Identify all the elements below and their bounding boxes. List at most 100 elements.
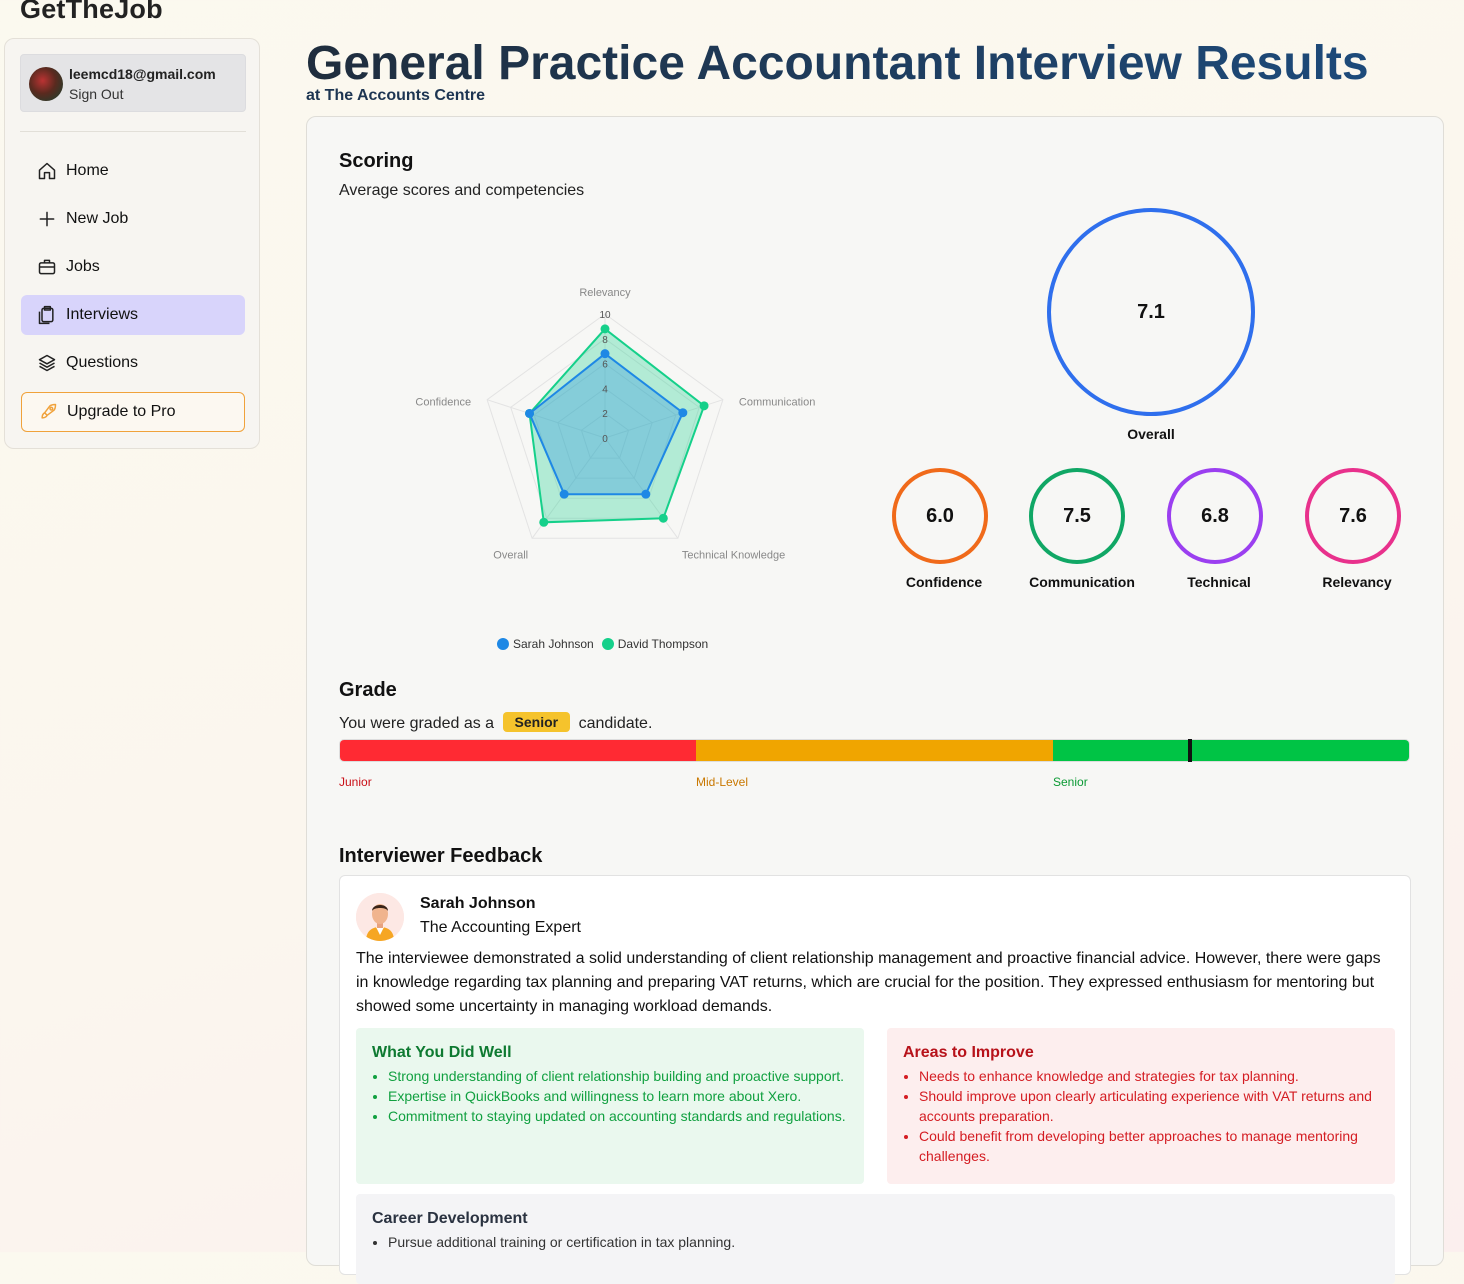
chart-legend: Sarah Johnson David Thompson (497, 637, 708, 651)
radar-data-point (600, 324, 610, 334)
radar-tick-label: 6 (602, 360, 608, 371)
radar-data-point (699, 401, 709, 411)
relevancy-score-circle: 7.6 (1305, 468, 1401, 564)
list-item: Pursue additional training or certificat… (388, 1232, 1379, 1252)
sign-out-link[interactable]: Sign Out (69, 86, 123, 102)
list-item: Expertise in QuickBooks and willingness … (388, 1086, 848, 1106)
radar-axis-label: Confidence (415, 397, 471, 409)
radar-tick-label: 8 (602, 335, 608, 346)
sidebar-item-label: Home (66, 162, 109, 179)
company-subtitle: at The Accounts Centre (306, 87, 485, 104)
grade-label-senior: Senior (1053, 775, 1088, 789)
interviewer-name: Sarah Johnson (420, 895, 536, 912)
scoring-description: Average scores and competencies (339, 182, 585, 199)
radar-axis-label: Technical Knowledge (682, 549, 785, 561)
sidebar-divider (20, 131, 246, 132)
clipboard-icon (37, 305, 57, 325)
legend-dot (497, 638, 509, 650)
overall-score-value: 7.1 (1137, 300, 1165, 323)
radar-tick-label: 4 (602, 384, 608, 395)
communication-score-value: 7.5 (1063, 504, 1091, 527)
feedback-summary: The interviewee demonstrated a solid und… (356, 950, 1381, 1015)
radar-tick-label: 10 (599, 310, 611, 321)
feedback-card: Sarah Johnson The Accounting Expert The … (339, 875, 1411, 1284)
improvements-title: Areas to Improve (903, 1044, 1034, 1061)
radar-data-point (539, 517, 549, 527)
career-panel: Career Development Pursue additional tra… (356, 1194, 1395, 1284)
sidebar-item-label: Jobs (66, 258, 100, 275)
sidebar-item-interviews[interactable]: Interviews (21, 295, 245, 335)
sidebar-item-label: Interviews (66, 306, 139, 323)
interviewer-avatar (356, 893, 404, 941)
sidebar-item-label: New Job (66, 210, 129, 227)
radar-tick-label: 0 (602, 434, 608, 445)
radar-data-point (600, 349, 610, 359)
list-item: Strong understanding of client relations… (388, 1066, 848, 1086)
briefcase-icon (37, 257, 57, 277)
technical-score-label: Technical (1187, 574, 1251, 590)
radar-data-point (658, 513, 668, 523)
legend-label: David Thompson (617, 637, 709, 651)
grade-badge: Senior (502, 712, 571, 732)
user-menu[interactable]: leemcd18@gmail.com Sign Out (20, 54, 246, 112)
communication-score-label: Communication (1029, 574, 1135, 590)
grade-bar (339, 739, 1410, 762)
grade-segment-junior (340, 740, 697, 761)
list-item: Could benefit from developing better app… (919, 1126, 1379, 1166)
grade-statement: You were graded as a Senior candidate. (339, 712, 653, 733)
brand-logo[interactable]: GetTheJob (20, 0, 163, 25)
career-list: Pursue additional training or certificat… (372, 1232, 1379, 1252)
layers-icon (37, 353, 57, 373)
radar-axis-label: Relevancy (579, 287, 631, 299)
overall-score-circle: 7.1 (1047, 208, 1255, 416)
legend-dot (601, 638, 614, 650)
radar-chart: 0 2 4 6 8 10 Relevancy Communication Technical K… (415, 287, 815, 561)
grade-prefix: You were graded as a (339, 715, 495, 732)
radar-axis-label: Overall (493, 549, 528, 561)
radar-tick-label: 2 (602, 409, 608, 420)
confidence-score-label: Confidence (905, 574, 983, 590)
technical-score-circle: 6.8 (1167, 468, 1263, 564)
page-title: General Practice Accountant Interview Re… (306, 37, 1369, 90)
sidebar-item-home[interactable]: Home (21, 151, 245, 191)
plus-icon (37, 209, 57, 229)
sidebar-item-label: Upgrade to Pro (67, 403, 176, 420)
grade-segment-senior (1052, 740, 1409, 761)
list-item: Needs to enhance knowledge and strategie… (919, 1066, 1379, 1086)
grade-suffix: candidate. (578, 715, 653, 732)
technical-score-value: 6.8 (1201, 504, 1229, 527)
user-avatar (29, 67, 63, 101)
scoring-heading: Scoring (339, 150, 414, 172)
confidence-score-value: 6.0 (926, 504, 954, 527)
radar-data-point (559, 489, 569, 499)
rocket-icon (38, 402, 58, 422)
legend-item-sarah[interactable]: Sarah Johnson (497, 637, 594, 651)
radar-data-point (525, 408, 535, 418)
upgrade-button[interactable]: Upgrade to Pro (21, 392, 245, 432)
sidebar: leemcd18@gmail.com Sign Out Home New Job… (4, 38, 260, 449)
grade-label-junior: Junior (339, 775, 372, 789)
overall-score-label: Overall (1127, 426, 1175, 442)
grade-marker (1188, 739, 1193, 762)
relevancy-score-label: Relevancy (1322, 574, 1392, 590)
list-item: Commitment to staying updated on account… (388, 1106, 848, 1126)
communication-score-circle: 7.5 (1029, 468, 1125, 564)
improvements-panel: Areas to Improve Needs to enhance knowle… (887, 1028, 1395, 1184)
feedback-heading: Interviewer Feedback (339, 845, 543, 867)
user-email: leemcd18@gmail.com (69, 66, 216, 82)
strengths-title: What You Did Well (372, 1044, 512, 1061)
interviewer-role: The Accounting Expert (420, 919, 581, 936)
relevancy-score-value: 7.6 (1339, 504, 1367, 527)
list-item: Should improve upon clearly articulating… (919, 1086, 1379, 1126)
strengths-panel: What You Did Well Strong understanding o… (356, 1028, 864, 1184)
radar-axis-label: Communication (739, 397, 815, 409)
legend-item-david[interactable]: David Thompson (601, 637, 709, 651)
sidebar-item-new-job[interactable]: New Job (21, 199, 245, 239)
grade-label-mid-level: Mid-Level (696, 775, 749, 789)
improvements-list: Needs to enhance knowledge and strategie… (903, 1066, 1379, 1166)
sidebar-item-questions[interactable]: Questions (21, 343, 245, 383)
radar-data-point (678, 408, 688, 418)
legend-label: Sarah Johnson (513, 637, 594, 651)
sidebar-item-jobs[interactable]: Jobs (21, 247, 245, 287)
confidence-score-circle: 6.0 (892, 468, 988, 564)
